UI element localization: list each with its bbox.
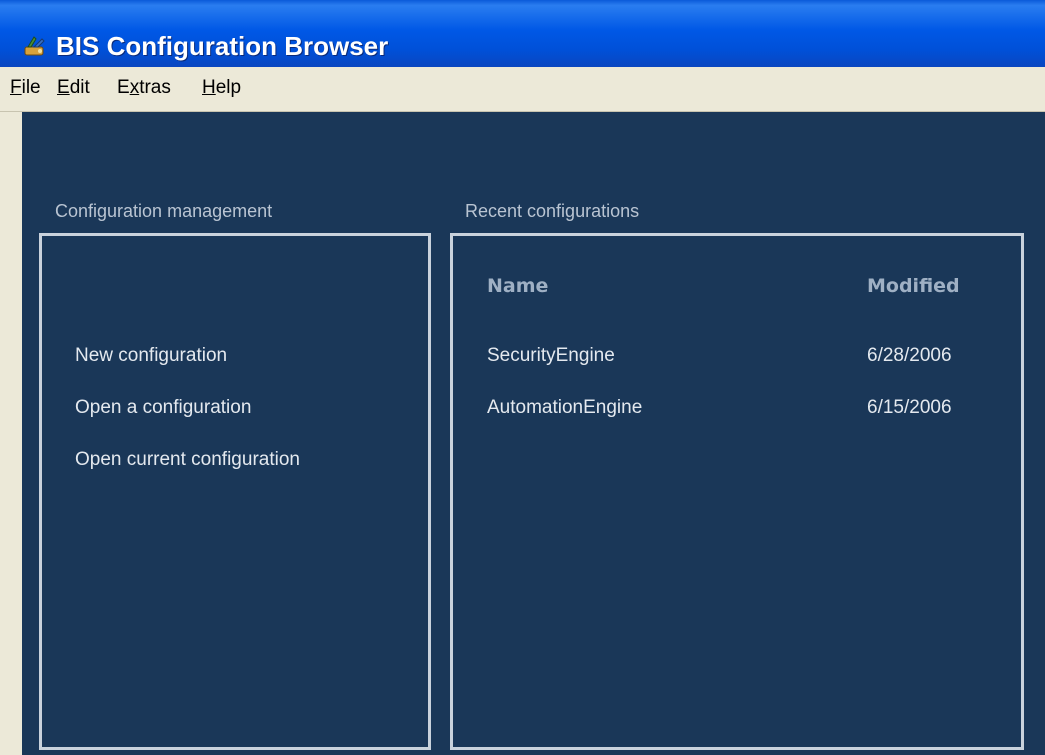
recent-row-name[interactable]: AutomationEngine xyxy=(487,397,642,419)
menu-extras-label-start: E xyxy=(117,77,130,98)
menu-edit-label: dit xyxy=(69,77,90,98)
column-header-name[interactable]: Name xyxy=(487,275,548,297)
recent-row-name[interactable]: SecurityEngine xyxy=(487,345,615,367)
menu-extras[interactable]: Extras xyxy=(117,77,171,99)
recent-configurations-panel: Name Modified SecurityEngine 6/28/2006 A… xyxy=(450,233,1024,750)
menu-file-label: ile xyxy=(21,77,41,98)
column-header-modified[interactable]: Modified xyxy=(867,275,960,297)
menu-edit-mnemonic: E xyxy=(57,77,70,98)
title-bar[interactable]: BIS Configuration Browser xyxy=(0,0,1045,67)
recent-configurations-label: Recent configurations xyxy=(465,201,640,221)
recent-row-modified: 6/15/2006 xyxy=(867,397,952,418)
menu-file[interactable]: File xyxy=(10,77,41,99)
open-current-configuration-link[interactable]: Open current configuration xyxy=(75,449,300,471)
config-management-label: Configuration management xyxy=(55,201,273,221)
menu-edit[interactable]: Edit xyxy=(57,77,90,99)
new-configuration-link[interactable]: New configuration xyxy=(75,345,227,367)
window-title: BIS Configuration Browser xyxy=(56,31,389,61)
open-configuration-link[interactable]: Open a configuration xyxy=(75,397,251,419)
config-management-panel: New configuration Open a configuration O… xyxy=(39,233,431,750)
menu-extras-label: tras xyxy=(139,77,171,98)
tools-icon xyxy=(24,36,45,56)
menu-file-mnemonic: F xyxy=(10,77,22,98)
menu-bar: File Edit Extras Help xyxy=(0,67,1045,112)
menu-extras-mnemonic: x xyxy=(129,77,140,98)
menu-help[interactable]: Help xyxy=(202,77,241,99)
window-left-edge xyxy=(0,112,22,755)
recent-row-modified: 6/28/2006 xyxy=(867,345,952,366)
client-area: Configuration management New configurati… xyxy=(22,112,1045,755)
menu-help-mnemonic: H xyxy=(202,77,216,98)
menu-help-label: elp xyxy=(215,77,242,98)
app-window: BIS Configuration Browser File Edit Extr… xyxy=(0,0,1045,755)
